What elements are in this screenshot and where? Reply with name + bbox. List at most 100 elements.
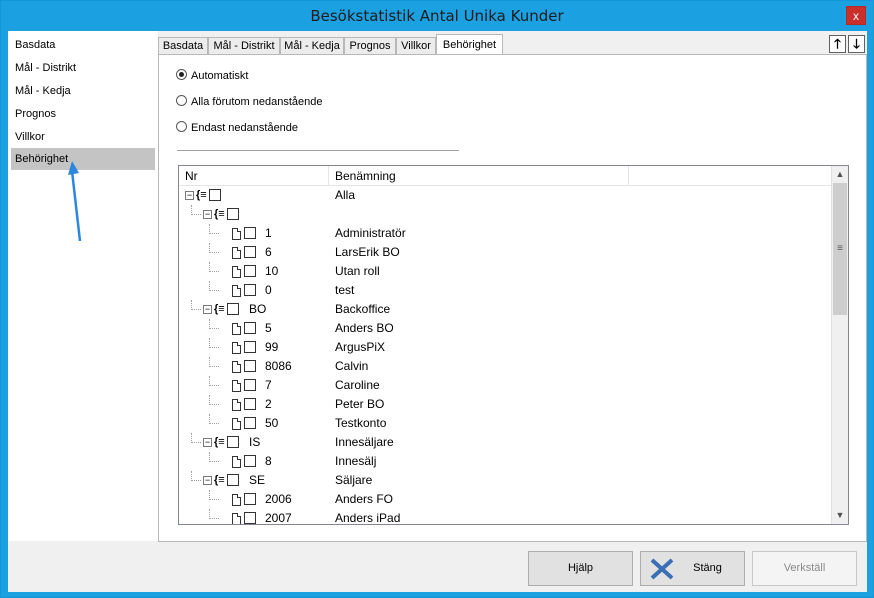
radio-label: Alla förutom nedanstående <box>191 96 323 108</box>
close-button[interactable]: Stäng <box>640 551 745 586</box>
row-checkbox[interactable] <box>244 493 256 505</box>
radio-button-icon[interactable] <box>176 69 187 80</box>
row-checkbox[interactable] <box>244 246 256 258</box>
permissions-tree-grid[interactable]: Nr Benämning − {≡ Alla − {≡ 1 Administratör 6 La… <box>178 165 849 525</box>
sidebar-item-basdata[interactable]: Basdata <box>11 34 155 56</box>
row-checkbox[interactable] <box>227 436 239 448</box>
radio-automatiskt[interactable]: Automatiskt <box>176 68 248 84</box>
cell-benamning: Innesälj <box>335 454 377 468</box>
tree-group-row[interactable]: − {≡ BO Backoffice <box>179 300 832 319</box>
cell-benamning: Anders FO <box>335 492 394 506</box>
radio-alla-forutom[interactable]: Alla förutom nedanstående <box>176 94 322 110</box>
row-checkbox[interactable] <box>209 189 221 201</box>
tree-group-row[interactable]: − {≡ Alla <box>179 186 832 205</box>
title-bar[interactable]: Besökstatistik Antal Unika Kunder x <box>1 1 873 31</box>
row-checkbox[interactable] <box>227 474 239 486</box>
cell-benamning: Innesäljare <box>335 435 394 449</box>
radio-endast[interactable]: Endast nedanstående <box>176 120 298 136</box>
move-down-arrow-icon[interactable]: 🡓 <box>848 35 865 53</box>
collapse-toggle-icon[interactable]: − <box>203 476 212 485</box>
row-checkbox[interactable] <box>244 417 256 429</box>
sidebar-item-villkor[interactable]: Villkor <box>11 126 155 148</box>
tree-item-row[interactable]: 99 ArgusPiX <box>179 338 832 357</box>
row-checkbox[interactable] <box>244 265 256 277</box>
row-checkbox[interactable] <box>244 398 256 410</box>
cell-benamning: Calvin <box>335 359 369 373</box>
tree-group-row[interactable]: − {≡ SE Säljare <box>179 471 832 490</box>
tree-item-row[interactable]: 8 Innesälj <box>179 452 832 471</box>
document-icon <box>232 494 241 506</box>
tree-item-row[interactable]: 2007 Anders iPad <box>179 509 832 524</box>
vertical-scrollbar[interactable]: ▲ ≡ ▼ <box>831 166 848 524</box>
tree-item-row[interactable]: 2 Peter BO <box>179 395 832 414</box>
sidebar-item-mal-kedja[interactable]: Mål - Kedja <box>11 80 155 102</box>
document-icon <box>232 456 241 468</box>
radio-label: Automatiskt <box>191 70 249 82</box>
tree-item-row[interactable]: 50 Testkonto <box>179 414 832 433</box>
cell-nr: SE <box>249 473 266 487</box>
cell-benamning: ArgusPiX <box>335 340 386 354</box>
tree-group-row[interactable]: − {≡ <box>179 205 832 224</box>
scrollbar-thumb[interactable]: ≡ <box>833 183 847 315</box>
tree-item-row[interactable]: 5 Anders BO <box>179 319 832 338</box>
tree-item-row[interactable]: 8086 Calvin <box>179 357 832 376</box>
tree-item-row[interactable]: 0 test <box>179 281 832 300</box>
document-icon <box>232 513 241 524</box>
tree-group-row[interactable]: − {≡ IS Innesäljare <box>179 433 832 452</box>
document-icon <box>232 323 241 335</box>
cell-benamning: Testkonto <box>335 416 387 430</box>
tree-item-row[interactable]: 2006 Anders FO <box>179 490 832 509</box>
tree-item-row[interactable]: 6 LarsErik BO <box>179 243 832 262</box>
tree-item-row[interactable]: 7 Caroline <box>179 376 832 395</box>
row-checkbox[interactable] <box>244 341 256 353</box>
close-x-icon <box>650 558 674 580</box>
row-checkbox[interactable] <box>244 284 256 296</box>
scroll-down-icon[interactable]: ▼ <box>832 507 848 524</box>
cell-nr: 5 <box>265 321 272 335</box>
group-icon: {≡ <box>214 436 225 448</box>
help-button[interactable]: Hjälp <box>528 551 633 586</box>
row-checkbox[interactable] <box>244 322 256 334</box>
cell-benamning: test <box>335 283 355 297</box>
tree-item-row[interactable]: 10 Utan roll <box>179 262 832 281</box>
tab-behorighet[interactable]: Behörighet <box>436 34 503 56</box>
collapse-toggle-icon[interactable]: − <box>203 210 212 219</box>
collapse-toggle-icon[interactable]: − <box>203 305 212 314</box>
cell-nr: BO <box>249 302 267 316</box>
group-icon: {≡ <box>214 303 225 315</box>
document-icon <box>232 285 241 297</box>
window-title: Besökstatistik Antal Unika Kunder <box>310 7 564 25</box>
collapse-toggle-icon[interactable]: − <box>203 438 212 447</box>
radio-button-icon[interactable] <box>176 95 187 106</box>
row-checkbox[interactable] <box>244 379 256 391</box>
cell-nr: 2 <box>265 397 272 411</box>
cell-nr: 8 <box>265 454 272 468</box>
cell-benamning: Caroline <box>335 378 380 392</box>
cell-nr: 7 <box>265 378 272 392</box>
tree-item-row[interactable]: 1 Administratör <box>179 224 832 243</box>
row-checkbox[interactable] <box>227 208 239 220</box>
apply-button[interactable]: Verkställ <box>752 551 857 586</box>
collapse-toggle-icon[interactable]: − <box>185 191 194 200</box>
column-header-nr[interactable]: Nr <box>179 166 329 186</box>
behorighet-panel: Automatiskt Alla förutom nedanstående En… <box>158 54 867 542</box>
row-checkbox[interactable] <box>244 455 256 467</box>
row-checkbox[interactable] <box>244 512 256 524</box>
grid-header: Nr Benämning <box>179 166 832 186</box>
cell-nr: 8086 <box>265 359 292 373</box>
sidebar-item-mal-distrikt[interactable]: Mål - Distrikt <box>11 57 155 79</box>
group-icon: {≡ <box>196 189 207 201</box>
close-window-button[interactable]: x <box>846 6 866 25</box>
group-icon: {≡ <box>214 208 225 220</box>
radio-button-icon[interactable] <box>176 121 187 132</box>
cell-benamning: Administratör <box>335 226 406 240</box>
move-up-arrow-icon[interactable]: 🡑 <box>829 35 846 53</box>
row-checkbox[interactable] <box>244 360 256 372</box>
cell-benamning: Utan roll <box>335 264 380 278</box>
document-icon <box>232 361 241 373</box>
row-checkbox[interactable] <box>244 227 256 239</box>
sidebar-item-prognos[interactable]: Prognos <box>11 103 155 125</box>
column-header-benamning[interactable]: Benämning <box>329 166 629 186</box>
scroll-up-icon[interactable]: ▲ <box>832 166 848 183</box>
row-checkbox[interactable] <box>227 303 239 315</box>
